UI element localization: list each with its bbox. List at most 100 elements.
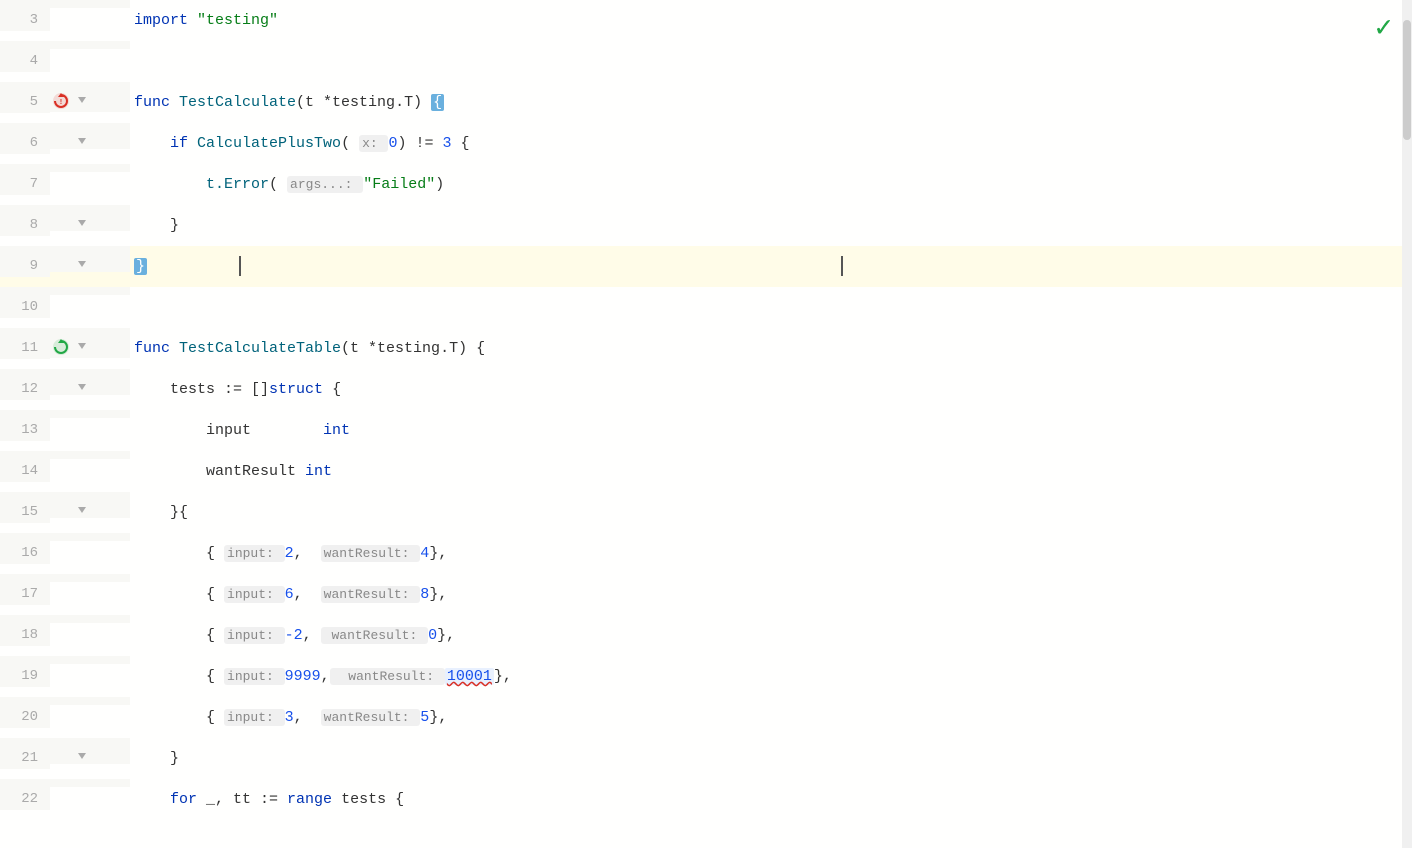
token-num: -2 xyxy=(285,627,303,644)
fold-controls xyxy=(50,615,130,623)
token-num: 5 xyxy=(420,709,429,726)
token-str: "Failed" xyxy=(363,176,435,193)
token-type: ) xyxy=(435,176,444,193)
token-type: , xyxy=(294,545,321,562)
token-type: } xyxy=(170,750,179,767)
token-fn: TestCalculateTable xyxy=(179,340,341,357)
code-line: 3import "testing" xyxy=(0,0,1412,41)
line-number: 8 xyxy=(0,205,50,236)
fold-controls xyxy=(50,574,130,582)
token-type: { xyxy=(452,135,470,152)
code-line: 17 { input: 6, wantResult: 8}, xyxy=(0,574,1412,615)
token-type: tests := [] xyxy=(170,381,269,398)
code-content: { input: 9999, wantResult: 10001}, xyxy=(130,656,1412,687)
token-type: tests { xyxy=(341,791,404,808)
code-line: 9} xyxy=(0,246,1412,287)
fold-controls xyxy=(50,533,130,541)
fold-controls xyxy=(50,656,130,664)
fold-close-button[interactable] xyxy=(74,215,90,231)
fold-close-button[interactable] xyxy=(74,256,90,272)
error-number: 10001 xyxy=(445,668,494,685)
line-number: 5 xyxy=(0,82,50,113)
code-line: 7 t.Error( args...: "Failed") xyxy=(0,164,1412,205)
token-type: input xyxy=(206,422,251,439)
token-num: 3 xyxy=(285,709,294,726)
token-type: (t *testing.T) { xyxy=(341,340,485,357)
fold-open-button[interactable] xyxy=(74,133,90,149)
hint-label: wantResult: xyxy=(321,709,421,726)
token-type: ) != xyxy=(398,135,443,152)
fold-controls xyxy=(50,410,130,418)
fold-close-button[interactable] xyxy=(74,502,90,518)
fold-controls xyxy=(50,205,130,231)
token-fn: TestCalculate xyxy=(179,94,296,111)
code-content: } xyxy=(130,246,1412,277)
hint-label: input: xyxy=(224,709,285,726)
line-number: 6 xyxy=(0,123,50,154)
token-type: }{ xyxy=(170,504,188,521)
fold-open-button[interactable] xyxy=(74,92,90,108)
code-line: 19 { input: 9999, wantResult: 10001}, xyxy=(0,656,1412,697)
token-type: { xyxy=(206,709,224,726)
code-content xyxy=(130,41,1412,51)
token-num: 4 xyxy=(420,545,429,562)
token-kw: func xyxy=(134,340,179,357)
line-number: 21 xyxy=(0,738,50,769)
token-type: , xyxy=(294,586,321,603)
line-number: 17 xyxy=(0,574,50,605)
hint-label: args...: xyxy=(287,176,363,193)
code-line: 11func TestCalculateTable(t *testing.T) … xyxy=(0,328,1412,369)
code-content: t.Error( args...: "Failed") xyxy=(130,164,1412,195)
fold-open-button[interactable] xyxy=(74,338,90,354)
code-content: import "testing" xyxy=(130,0,1412,31)
token-num: 0 xyxy=(388,135,397,152)
fold-open-button[interactable] xyxy=(74,379,90,395)
hint-label: input: xyxy=(224,627,285,644)
token-type: }, xyxy=(437,627,455,644)
line-number: 9 xyxy=(0,246,50,277)
code-content: wantResult int xyxy=(130,451,1412,482)
text-cursor xyxy=(841,256,843,276)
code-editor: ✓3import "testing"45!func TestCalculate(… xyxy=(0,0,1412,848)
run-test-button-pass[interactable] xyxy=(50,336,72,358)
token-type: { xyxy=(323,381,341,398)
hint-label: wantResult: xyxy=(321,627,428,644)
token-type: { xyxy=(206,668,224,685)
token-type xyxy=(147,258,237,275)
syntax-brace: { xyxy=(431,94,444,111)
token-type: _, tt := xyxy=(206,791,287,808)
line-number: 16 xyxy=(0,533,50,564)
code-content: input int xyxy=(130,410,1412,441)
code-line: 22 for _, tt := range tests { xyxy=(0,779,1412,820)
code-line: 8 } xyxy=(0,205,1412,246)
fold-controls: ! xyxy=(50,82,130,112)
fold-controls xyxy=(50,697,130,705)
token-fn: t.Error xyxy=(206,176,269,193)
token-kw: int xyxy=(305,463,332,480)
code-content: { input: 3, wantResult: 5}, xyxy=(130,697,1412,728)
code-line: 12 tests := []struct { xyxy=(0,369,1412,410)
token-type: }, xyxy=(429,709,447,726)
code-line: 20 { input: 3, wantResult: 5}, xyxy=(0,697,1412,738)
text-cursor xyxy=(239,256,241,276)
token-type: { xyxy=(206,586,224,603)
code-line: 13 input int xyxy=(0,410,1412,451)
scroll-thumb[interactable] xyxy=(1403,20,1411,140)
code-content: } xyxy=(130,205,1412,236)
line-number: 14 xyxy=(0,451,50,482)
token-type: ( xyxy=(269,176,287,193)
scrollbar[interactable] xyxy=(1402,0,1412,848)
token-num: 3 xyxy=(443,135,452,152)
syntax-brace: } xyxy=(134,258,147,275)
fold-controls xyxy=(50,451,130,459)
fold-controls xyxy=(50,41,130,49)
run-test-button-fail[interactable]: ! xyxy=(50,90,72,112)
code-content: { input: -2, wantResult: 0}, xyxy=(130,615,1412,646)
token-type: }, xyxy=(429,586,447,603)
code-content: for _, tt := range tests { xyxy=(130,779,1412,810)
token-type: (t *testing.T) xyxy=(296,94,431,111)
code-content: func TestCalculateTable(t *testing.T) { xyxy=(130,328,1412,359)
code-content: func TestCalculate(t *testing.T) { xyxy=(130,82,1412,113)
hint-label: input: xyxy=(224,668,285,685)
fold-close-button[interactable] xyxy=(74,748,90,764)
